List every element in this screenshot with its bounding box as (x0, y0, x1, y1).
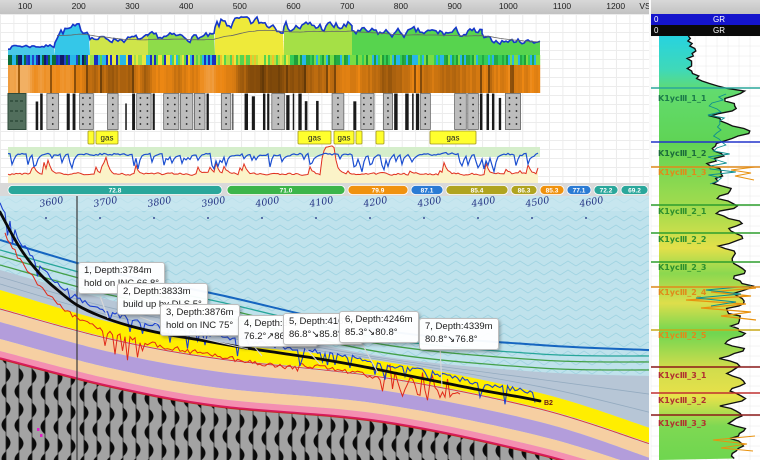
gr-type-log[interactable]: K1ycⅢ_1_1 K1ycⅢ_1_2 K1ycⅢ_1_3 K1ycⅢ_2_1 K1yc… (651, 36, 760, 460)
inclination-segment-value: 79.9 (372, 187, 385, 194)
inclination-segment-value: 72.8 (109, 187, 122, 194)
gas-flag (88, 131, 94, 144)
ruler-tick-label: 400 (171, 1, 201, 11)
gas-flag-label: gas (447, 134, 460, 143)
gas-flag-label: gas (338, 134, 351, 143)
formation-marker-label: K1ycⅢ_1_1 (658, 94, 707, 103)
gas-flag (376, 131, 384, 144)
ruler-tick-label: 1200 (601, 1, 631, 11)
gr-header-black[interactable]: 0 GR (651, 25, 760, 36)
gr-reference-panel[interactable]: 0 GR 0 GR K1ycⅢ_1_1K1ycⅢ_1_2K1ycⅢ_1_3K1y… (651, 14, 760, 460)
inclination-segment-value: 85.3 (546, 187, 559, 194)
gas-flag-row: gas gas gas gas (88, 131, 476, 144)
annotation-callout-7[interactable]: 7, Depth:4339m80.8°↘76.8° (419, 318, 499, 350)
ruler-tick-label: 600 (279, 1, 309, 11)
formation-marker-label: K1ycⅢ_1_3 (658, 168, 706, 177)
formation-marker-label: K1ycⅢ_2_4 (658, 288, 707, 297)
ruler-tick-label: 800 (386, 1, 416, 11)
ruler-tick-label: 500 (225, 1, 255, 11)
ruler-tick-label: 200 (64, 1, 94, 11)
formation-marker-label: K1ycⅢ_3_3 (658, 419, 706, 428)
callout-depth-text: 2, Depth:3833m (123, 286, 202, 299)
upper-log-tracks[interactable]: gas gas gas gas 72.8 71.0 79.9 87.1 85.4 86.3 85.3… (0, 14, 650, 196)
ruler-tick-label: 1100 (547, 1, 577, 11)
ruler-tick-label: 100 (10, 1, 40, 11)
vs-gr-fill (55, 24, 90, 55)
callout-depth-text: 6, Depth:4246m (345, 314, 413, 327)
gas-flag-label: gas (308, 134, 321, 143)
inclination-segment-value: 85.4 (471, 187, 484, 194)
gr-scale-min-2: 0 (654, 26, 658, 35)
formation-marker-label: K1ycⅢ_2_5 (658, 331, 707, 340)
formation-marker-label: K1ycⅢ_3_2 (658, 396, 706, 405)
annotation-callout-3[interactable]: 3, Depth:3876mhold on INC 75° (160, 304, 240, 336)
callout-depth-text: 3, Depth:3876m (166, 307, 234, 320)
ruler-tick-label: 900 (440, 1, 470, 11)
vs-ruler: VS 100 200 300 400 500 600 700 800 900 1000 1100 12… (0, 0, 760, 15)
callout-action-text: hold on INC 75° (166, 320, 234, 333)
gr-header-blue[interactable]: 0 GR (651, 14, 760, 25)
gr-scale-min: 0 (654, 15, 658, 24)
formation-marker-label: K1ycⅢ_2_2 (658, 235, 706, 244)
callout-depth-text: 1, Depth:3784m (84, 265, 159, 278)
vs-ruler-unit-label: VS (630, 1, 660, 11)
callout-action-text: 85.3°↘80.8° (345, 327, 413, 340)
annotation-callout-6[interactable]: 6, Depth:4246m85.3°↘80.8° (339, 311, 419, 343)
callout-action-text: 80.8°↘76.8° (425, 334, 493, 347)
inclination-segment-value: 77.1 (573, 187, 586, 194)
log-tracks-svg[interactable]: gas gas gas gas 72.8 71.0 79.9 87.1 85.4 86.3 85.3… (0, 55, 650, 196)
inclination-segment-value: 72.2 (600, 187, 613, 194)
lithology-track (8, 94, 521, 131)
formation-marker-label: K1ycⅢ_1_2 (658, 149, 706, 158)
ruler-tick-label: 1000 (493, 1, 523, 11)
gas-flag (356, 131, 362, 144)
formation-marker-label: K1ycⅢ_3_1 (658, 371, 707, 380)
orange-log-burst-2 (731, 167, 755, 180)
formation-marker-label: K1ycⅢ_2_1 (658, 207, 707, 216)
inclination-segment-value: 71.0 (280, 187, 293, 194)
inclination-segment-value: 86.3 (518, 187, 531, 194)
gr-curve-name: GR (713, 15, 725, 24)
formation-marker-label: K1ycⅢ_2_3 (658, 263, 706, 272)
inclination-segment-value: 87.1 (421, 187, 434, 194)
geosteering-window: VS 100 200 300 400 500 600 700 800 900 1000 1100 12… (0, 0, 760, 460)
ruler-tick-label: 300 (117, 1, 147, 11)
vs-gr-curve-track[interactable] (0, 14, 650, 55)
gr-curve-name-2: GR (713, 26, 725, 35)
gas-flag-label: gas (101, 134, 114, 143)
annotation-layer: 1, Depth:3784mhold on INC 66.8°2, Depth:… (0, 196, 650, 460)
seismic-section-view[interactable]: B236003700380039004000410042004300440045… (0, 196, 650, 460)
callout-depth-text: 7, Depth:4339m (425, 321, 493, 334)
inclination-segment-value: 69.2 (628, 187, 641, 194)
ruler-tick-label: 700 (332, 1, 362, 11)
